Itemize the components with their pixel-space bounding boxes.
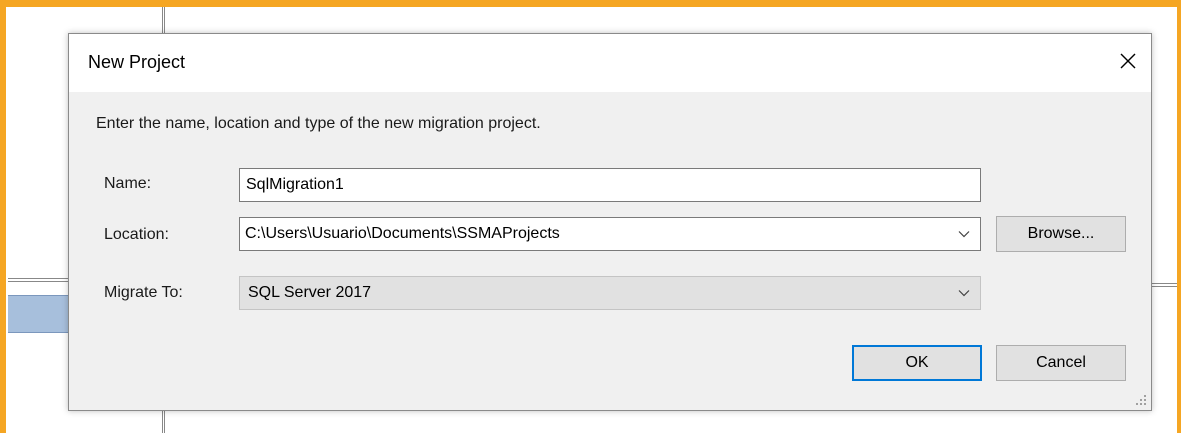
cancel-button[interactable]: Cancel [996,345,1126,381]
name-label: Name: [104,175,152,192]
name-input[interactable] [239,168,981,202]
location-dropdown-arrow[interactable] [948,218,980,250]
location-value[interactable]: C:\Users\Usuario\Documents\SSMAProjects [240,225,948,243]
dialog-titlebar: New Project [69,34,1151,92]
close-icon [1120,53,1136,69]
chevron-down-icon [958,231,970,238]
background-splitter-right [1151,283,1181,287]
background-selected-row [8,295,70,333]
migrate-to-dropdown-arrow[interactable] [948,277,980,309]
browse-button[interactable]: Browse... [996,216,1126,252]
location-label: Location: [104,226,169,243]
ok-button[interactable]: OK [852,345,982,381]
instructions-text: Enter the name, location and type of the… [96,115,541,132]
dialog-title: New Project [88,52,186,72]
migrate-to-value: SQL Server 2017 [248,284,372,301]
migrate-to-label: Migrate To: [104,284,183,301]
close-button[interactable] [1109,42,1147,80]
new-project-dialog: New Project Enter the name, location and… [68,33,1152,411]
migrate-to-select[interactable]: SQL Server 2017 [239,276,981,310]
background-splitter-left [8,278,70,282]
location-combobox[interactable]: C:\Users\Usuario\Documents\SSMAProjects [239,217,981,251]
resize-grip-icon[interactable] [1135,394,1147,406]
chevron-down-icon [958,290,970,297]
